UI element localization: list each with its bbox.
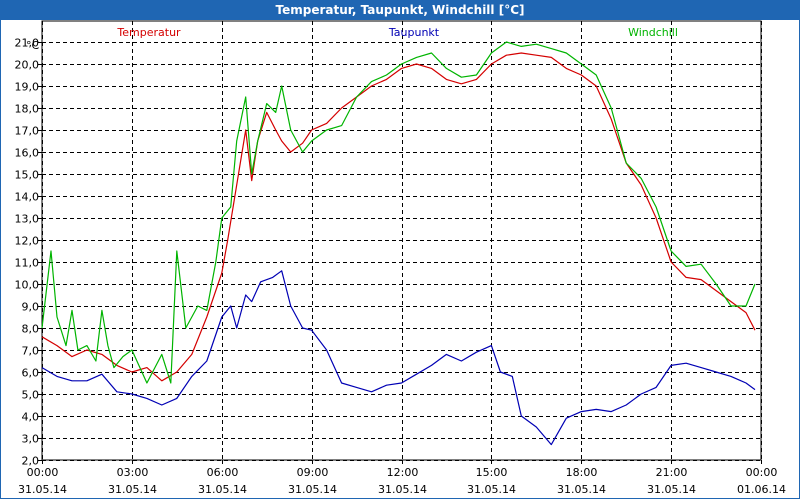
y-tick-label: 9,0 (22, 301, 40, 314)
y-tick-label: 10,0 (15, 279, 40, 292)
x-tick-date-label: 01.06.14 (737, 483, 786, 496)
y-tick-label: 16,0 (15, 147, 40, 160)
x-tick-time-label: 18:00 (566, 466, 598, 479)
y-tick-label: 20,0 (15, 59, 40, 72)
chart-frame: 2,0 3,0 4,0 5,0 6,0 7,0 8,0 9,0 10,0 11,0 12,0 13,0… (0, 20, 800, 499)
x-tick-date-label: 31.05.14 (647, 483, 696, 496)
x-tick-date-label: 31.05.14 (288, 483, 337, 496)
legend-item-windchill: Windchill (628, 26, 678, 39)
y-tick-label: 11,0 (15, 257, 40, 270)
x-tick-time-label: 03:00 (117, 466, 149, 479)
y-tick-label: 7,0 (22, 345, 40, 358)
y-tick-label: 12,0 (15, 235, 40, 248)
y-tick-label: 14,0 (15, 191, 40, 204)
x-tick-time-label: 06:00 (207, 466, 239, 479)
x-tick-date-label: 31.05.14 (18, 483, 67, 496)
x-tick-time-label: 12:00 (387, 466, 419, 479)
y-tick-label: 15,0 (15, 169, 40, 182)
x-tick-date-label: 31.05.14 (467, 483, 516, 496)
y-tick-label: 4,0 (22, 411, 40, 424)
y-tick-label: 19,0 (15, 81, 40, 94)
x-tick-date-label: 31.05.14 (108, 483, 157, 496)
y-axis-label: °C (26, 39, 40, 52)
x-tick-time-label: 21:00 (656, 466, 688, 479)
y-tick-label: 5,0 (22, 389, 40, 402)
series-line-temperatur (41, 52, 756, 382)
legend-item-temperatur: Temperatur (116, 26, 181, 39)
x-tick-time-label: 00:00 (27, 466, 59, 479)
y-tick-label: 8,0 (22, 323, 40, 336)
x-tick-time-label: 15:00 (476, 466, 508, 479)
y-tick-label: 17,0 (15, 125, 40, 138)
y-tick-label: 18,0 (15, 103, 40, 116)
series-line-windchill (41, 41, 756, 384)
series-line-taupunkt (41, 270, 756, 446)
line-chart: 2,03,04,05,06,07,08,09,010,011,012,013,0… (15, 20, 786, 496)
y-tick-label: 13,0 (15, 213, 40, 226)
x-tick-time-label: 09:00 (297, 466, 329, 479)
y-tick-label: 6,0 (22, 367, 40, 380)
chart-title: Temperatur, Taupunkt, Windchill [°C] (275, 3, 525, 17)
x-tick-time-label: 00:00 (746, 466, 778, 479)
x-tick-date-label: 31.05.14 (557, 483, 606, 496)
chart-title-bar: Temperatur, Taupunkt, Windchill [°C] (0, 0, 800, 20)
x-tick-date-label: 31.05.14 (198, 483, 247, 496)
x-tick-date-label: 31.05.14 (378, 483, 427, 496)
y-tick-label: 3,0 (22, 433, 40, 446)
legend-item-taupunkt: Taupunkt (388, 26, 440, 39)
